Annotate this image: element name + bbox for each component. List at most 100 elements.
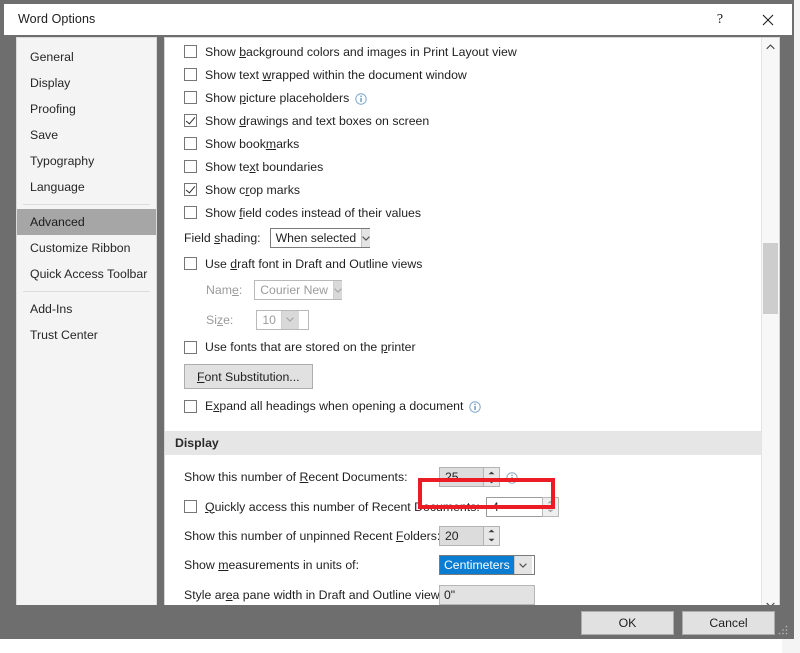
checkbox-row[interactable]: Show text boundaries xyxy=(184,155,762,178)
checkbox-label: Show drawings and text boxes on screen xyxy=(205,113,430,128)
display-section-header: Display xyxy=(165,431,762,455)
show-drawings-textboxes-checkbox[interactable] xyxy=(184,114,197,127)
show-text-wrapped-checkbox[interactable] xyxy=(184,68,197,81)
show-field-codes-checkbox[interactable] xyxy=(184,206,197,219)
ok-button[interactable]: OK xyxy=(581,611,674,635)
unpinned-folders-label: Show this number of unpinned Recent Fold… xyxy=(184,528,441,543)
show-background-colors-checkbox[interactable] xyxy=(184,45,197,58)
checkbox-label: Show text boundaries xyxy=(205,159,324,174)
unpinned-folders-value: 20 xyxy=(439,525,483,546)
field-shading-combobox[interactable]: When selected xyxy=(269,228,371,248)
expand-all-headings-checkbox[interactable] xyxy=(184,399,197,413)
chevron-down-icon[interactable] xyxy=(361,229,371,247)
show-bookmarks-checkbox[interactable] xyxy=(184,137,197,150)
checkbox-label: Show picture placeholders xyxy=(205,90,350,105)
checkbox-label: Expand all headings when opening a docum… xyxy=(205,399,464,413)
show-crop-marks-checkbox[interactable] xyxy=(184,183,197,196)
sidebar-item-trust-center[interactable]: Trust Center xyxy=(17,322,156,348)
show-picture-placeholders-checkbox[interactable] xyxy=(184,91,197,104)
sidebar-item-save[interactable]: Save xyxy=(17,122,156,148)
close-button[interactable] xyxy=(746,4,790,35)
unpinned-folders-row: Show this number of unpinned Recent Fold… xyxy=(184,521,762,550)
sidebar-item-general[interactable]: General xyxy=(17,44,156,70)
info-icon[interactable] xyxy=(506,471,518,484)
cancel-button[interactable]: Cancel xyxy=(682,611,775,635)
style-area-pane-input[interactable]: 0" xyxy=(439,584,535,605)
show-text-boundaries-checkbox[interactable] xyxy=(184,160,197,173)
spinner-up-icon[interactable] xyxy=(543,498,558,507)
sidebar-item-label: Language xyxy=(30,180,85,194)
sidebar-item-proofing[interactable]: Proofing xyxy=(17,96,156,122)
sidebar-divider xyxy=(23,291,150,292)
checkbox-label: Quickly access this number of Recent Doc… xyxy=(205,499,480,514)
sidebar-item-label: Advanced xyxy=(30,215,85,229)
quick-access-recent-row[interactable]: Quickly access this number of Recent Doc… xyxy=(184,492,762,521)
draft-font-name-row: Name: Courier New xyxy=(184,275,762,305)
checkbox-row[interactable]: Use draft font in Draft and Outline view… xyxy=(184,252,762,275)
checkbox-row[interactable]: Show picture placeholders xyxy=(184,86,762,109)
dialog-body: General Display Proofing Save Typography… xyxy=(4,35,792,615)
style-area-pane-label: Style area pane width in Draft and Outli… xyxy=(184,587,450,602)
checkbox-row[interactable]: Show drawings and text boxes on screen xyxy=(184,109,762,132)
info-icon[interactable] xyxy=(469,400,482,413)
sidebar-item-label: Typography xyxy=(30,154,95,168)
checkbox-row[interactable]: Use fonts that are stored on the printer xyxy=(184,334,762,360)
checkbox-label: Show crop marks xyxy=(205,182,301,197)
draft-font-size-combobox[interactable]: 10 xyxy=(256,309,310,330)
draft-font-name-value: Courier New xyxy=(260,283,328,297)
checkbox-row[interactable]: Show background colors and images in Pri… xyxy=(184,40,762,63)
sidebar-item-customize-ribbon[interactable]: Customize Ribbon xyxy=(17,235,156,261)
sidebar-item-language[interactable]: Language xyxy=(17,174,156,200)
sidebar-item-advanced[interactable]: Advanced xyxy=(17,209,156,235)
checkbox-row[interactable]: Show field codes instead of their values xyxy=(184,201,762,224)
options-category-sidebar: General Display Proofing Save Typography… xyxy=(16,37,157,615)
quick-access-recent-spinner[interactable]: 4 xyxy=(486,496,559,517)
draft-font-name-combobox[interactable]: Courier New xyxy=(254,280,343,300)
sidebar-item-typography[interactable]: Typography xyxy=(17,148,156,174)
checkbox-label: Show field codes instead of their values xyxy=(205,205,422,220)
checkbox-row[interactable]: Show crop marks xyxy=(184,178,762,201)
sidebar-item-label: Trust Center xyxy=(30,328,98,342)
checkbox-row[interactable]: Show text wrapped within the document wi… xyxy=(184,63,762,86)
word-options-dialog: Word Options ? General Display Proofing … xyxy=(0,0,794,639)
measurement-units-combobox[interactable]: Centimeters xyxy=(439,555,535,575)
info-icon[interactable] xyxy=(355,92,367,105)
font-substitution-button[interactable]: Font Substitution... xyxy=(184,364,313,389)
chevron-down-icon[interactable] xyxy=(513,556,532,574)
field-shading-value: When selected xyxy=(275,231,357,245)
content-vertical-scrollbar[interactable] xyxy=(761,38,779,614)
dialog-title-bar: Word Options ? xyxy=(4,4,792,35)
spinner-down-icon[interactable] xyxy=(484,536,499,545)
sidebar-item-add-ins[interactable]: Add-Ins xyxy=(17,296,156,322)
scrollbar-thumb[interactable] xyxy=(763,243,778,314)
spinner-down-icon[interactable] xyxy=(484,477,499,486)
quickly-access-recent-documents-checkbox[interactable] xyxy=(184,500,197,513)
sidebar-item-label: Save xyxy=(30,128,59,142)
section-title: Display xyxy=(175,436,219,450)
spinner-down-icon[interactable] xyxy=(543,507,558,516)
chevron-down-icon[interactable] xyxy=(280,310,299,329)
checkbox-row[interactable]: Show bookmarks xyxy=(184,132,762,155)
sidebar-item-label: Add-Ins xyxy=(30,302,73,316)
checkbox-label: Show background colors and images in Pri… xyxy=(205,44,517,59)
sidebar-item-display[interactable]: Display xyxy=(17,70,156,96)
use-draft-font-checkbox[interactable] xyxy=(184,257,197,270)
help-button[interactable]: ? xyxy=(698,4,742,35)
spinner-buttons[interactable] xyxy=(542,496,559,517)
spinner-up-icon[interactable] xyxy=(484,527,499,536)
field-shading-label: Field shading: xyxy=(184,231,261,245)
unpinned-folders-spinner[interactable]: 20 xyxy=(439,525,500,546)
spinner-buttons[interactable] xyxy=(483,467,500,487)
close-x-icon xyxy=(762,14,774,25)
chevron-up-icon xyxy=(766,44,775,50)
recent-documents-spinner[interactable]: 25 xyxy=(439,467,500,487)
spinner-buttons[interactable] xyxy=(483,525,500,546)
use-printer-fonts-checkbox[interactable] xyxy=(184,340,197,354)
draft-font-name-label: Name: xyxy=(206,283,243,297)
scroll-up-button[interactable] xyxy=(762,38,779,56)
checkbox-row[interactable]: Expand all headings when opening a docum… xyxy=(184,393,762,419)
resize-grip[interactable] xyxy=(777,623,789,635)
spinner-up-icon[interactable] xyxy=(484,468,499,477)
chevron-down-icon[interactable] xyxy=(332,281,342,299)
sidebar-item-quick-access-toolbar[interactable]: Quick Access Toolbar xyxy=(17,261,156,287)
